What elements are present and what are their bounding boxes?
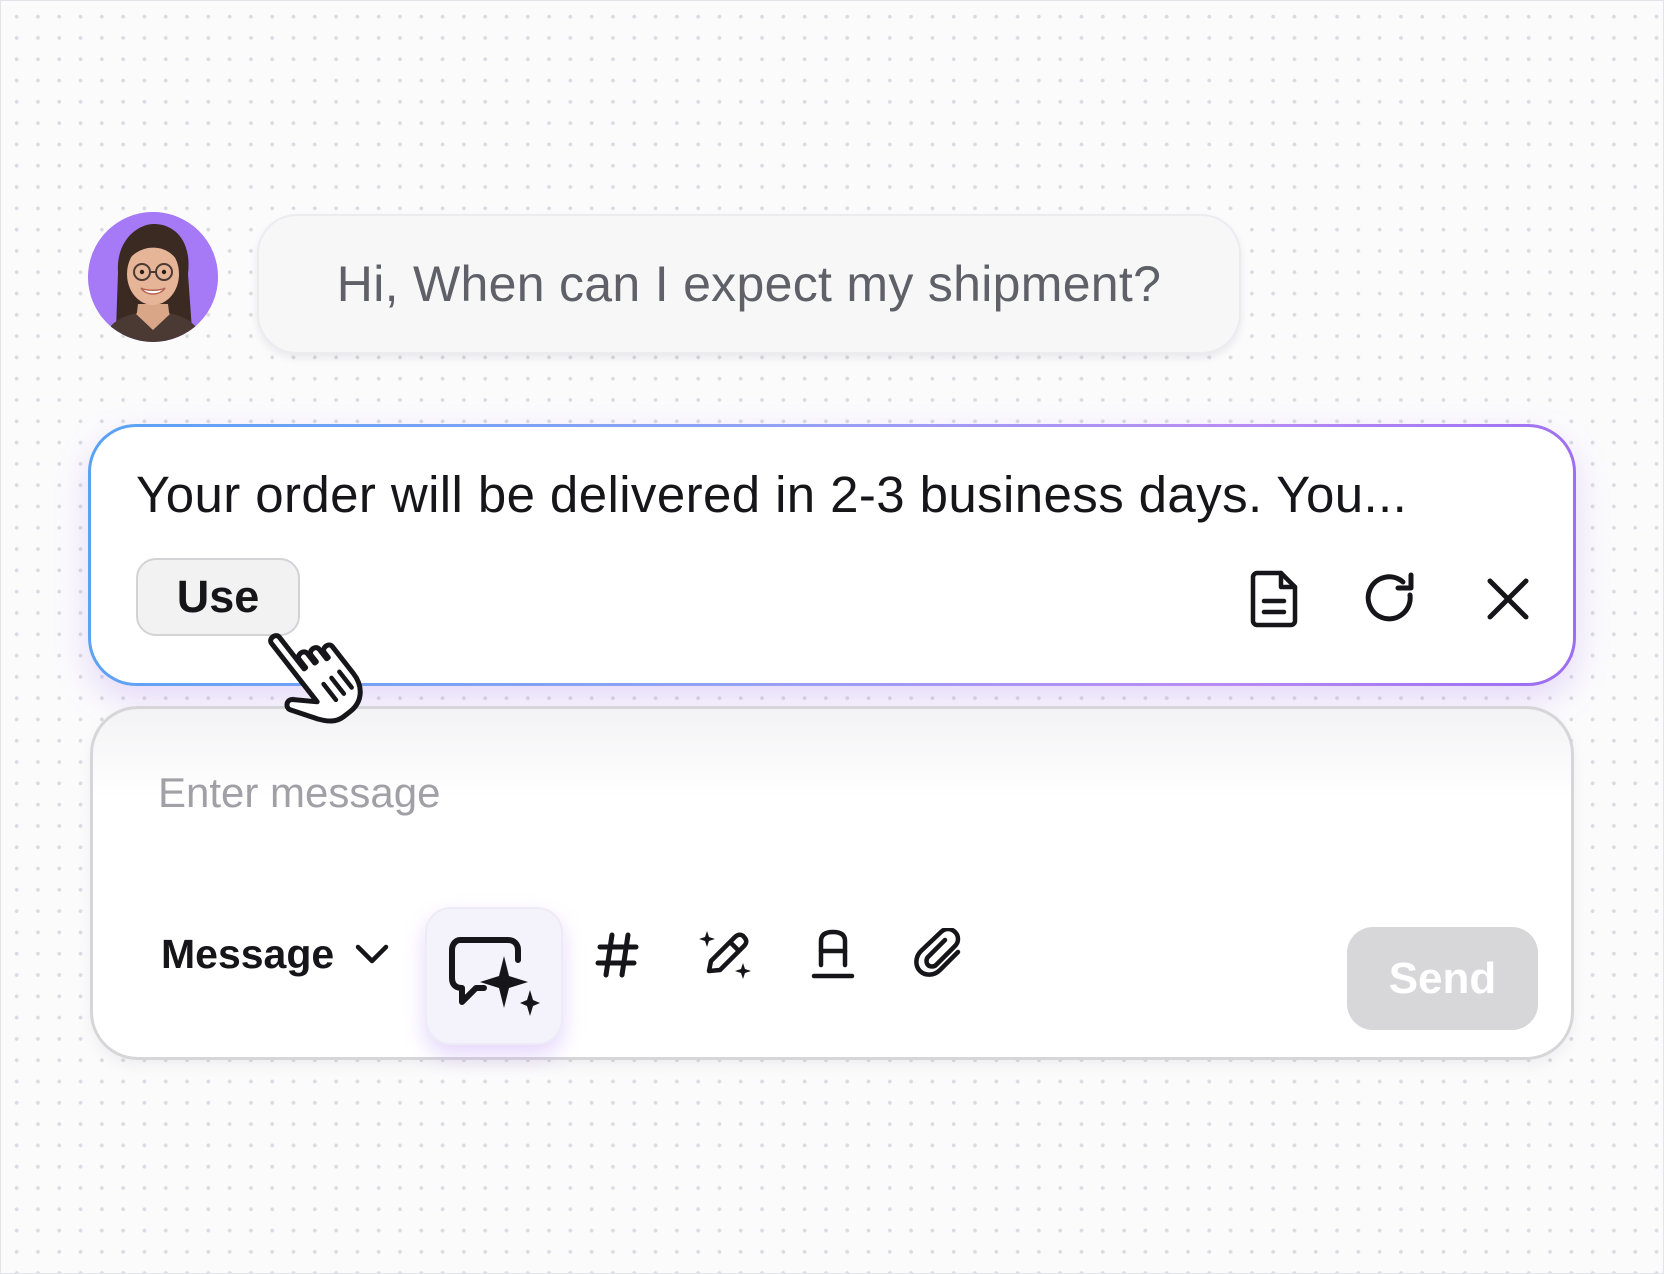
suggested-reply-text: Your order will be delivered in 2-3 busi… [136, 466, 1408, 523]
message-type-dropdown[interactable]: Message [161, 924, 390, 984]
chevron-down-icon [355, 944, 389, 964]
ai-reply-icon [449, 937, 540, 1016]
incoming-message-bubble: Hi, When can I expect my shipment? [257, 214, 1241, 354]
send-label: Send [1388, 953, 1497, 1003]
document-icon[interactable] [1243, 567, 1307, 631]
attachment-icon[interactable] [909, 923, 973, 987]
message-input[interactable] [158, 769, 1458, 817]
use-suggestion-label: Use [176, 571, 260, 622]
send-button[interactable]: Send [1347, 927, 1538, 1030]
customer-avatar [88, 212, 218, 342]
hashtag-icon[interactable] [585, 923, 649, 987]
close-icon[interactable] [1476, 567, 1540, 631]
text-format-icon[interactable] [801, 923, 865, 987]
hand-pointer-cursor [252, 612, 382, 736]
magic-pen-icon[interactable] [693, 923, 757, 987]
regenerate-icon[interactable] [1359, 567, 1423, 631]
message-composer: Message [90, 706, 1574, 1060]
ai-reply-button[interactable] [425, 907, 563, 1045]
incoming-message-text: Hi, When can I expect my shipment? [336, 256, 1162, 312]
message-type-label: Message [161, 930, 335, 977]
